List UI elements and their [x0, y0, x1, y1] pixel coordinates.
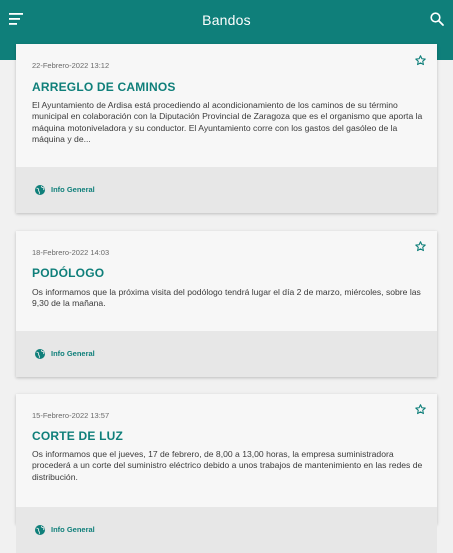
bando-card[interactable]: 22-Febrero-2022 13:12 ARREGLO DE CAMINOS… — [16, 44, 437, 213]
bando-card[interactable]: 15-Febrero-2022 13:57 CORTE DE LUZ Os in… — [16, 394, 437, 553]
globe-icon — [35, 185, 45, 195]
category-label: Info General — [51, 525, 95, 534]
bandos-list: 22-Febrero-2022 13:12 ARREGLO DE CAMINOS… — [0, 0, 453, 553]
bando-title: CORTE DE LUZ — [32, 429, 124, 443]
bando-excerpt: Os informamos que el jueves, 17 de febre… — [32, 449, 423, 482]
category-label: Info General — [51, 349, 95, 358]
star-outline-icon[interactable] — [414, 54, 427, 67]
category-footer[interactable]: Info General — [16, 507, 437, 553]
bando-card[interactable]: 18-Febrero-2022 14:03 PODÓLOGO Os inform… — [16, 231, 437, 377]
bando-excerpt: Os informamos que la próxima visita del … — [32, 287, 421, 309]
category-footer[interactable]: Info General — [16, 331, 437, 377]
category-footer[interactable]: Info General — [16, 167, 437, 213]
bando-title: ARREGLO DE CAMINOS — [32, 80, 176, 94]
globe-icon — [35, 349, 45, 359]
category-label: Info General — [51, 185, 95, 194]
bando-date: 18-Febrero-2022 14:03 — [32, 248, 110, 257]
star-outline-icon[interactable] — [414, 403, 427, 416]
bando-date: 22-Febrero-2022 13:12 — [32, 61, 110, 70]
globe-icon — [35, 525, 45, 535]
bando-date: 15-Febrero-2022 13:57 — [32, 411, 110, 420]
star-outline-icon[interactable] — [414, 240, 427, 253]
bando-title: PODÓLOGO — [32, 266, 105, 280]
bando-excerpt: El Ayuntamiento de Ardisa está procedien… — [32, 100, 423, 144]
